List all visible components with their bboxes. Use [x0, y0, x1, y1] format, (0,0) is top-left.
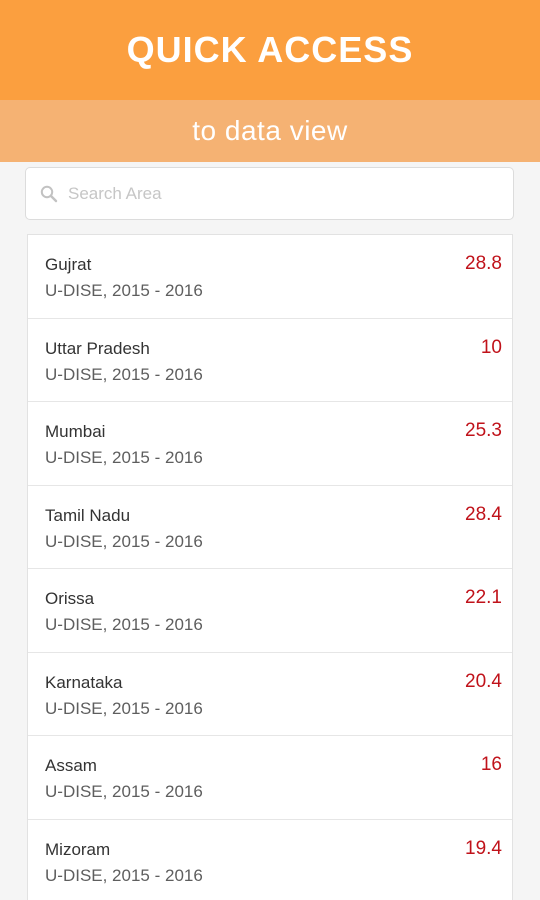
item-name: Mumbai — [45, 422, 106, 441]
item-source: U-DISE, 2015 - 2016 — [45, 531, 203, 551]
search-box[interactable] — [25, 167, 514, 220]
item-source: U-DISE, 2015 - 2016 — [45, 782, 203, 801]
item-name: Tamil Nadu — [45, 505, 131, 525]
item-source: U-DISE, 2015 - 2016 — [45, 615, 203, 634]
item-source: U-DISE, 2015 - 2016 — [45, 698, 203, 718]
item-name: Karnataka — [45, 672, 123, 692]
list-item-uttar-pradesh[interactable]: Uttar Pradesh U-DISE, 2015 - 2016 10 — [28, 319, 512, 402]
list-item-gujrat[interactable]: Gujrat U-DISE, 2015 - 2016 28.8 — [28, 235, 512, 319]
item-name: Gujrat — [45, 255, 92, 274]
item-name: Orissa — [45, 589, 95, 608]
item-value: 25.3 — [465, 420, 502, 441]
list-item-mumbai[interactable]: Mumbai U-DISE, 2015 - 2016 25.3 — [28, 402, 512, 486]
list-item-mizoram[interactable]: Mizoram U-DISE, 2015 - 2016 19.4 — [28, 820, 512, 900]
page-subtitle: to data view — [192, 115, 348, 146]
item-name: Uttar Pradesh — [45, 338, 150, 358]
item-source: U-DISE, 2015 - 2016 — [45, 865, 203, 885]
list-item-orissa[interactable]: Orissa U-DISE, 2015 - 2016 22.1 — [28, 569, 512, 653]
quick-access-screen: QUICK ACCESS to data view Gujrat U-DISE,… — [0, 0, 540, 900]
search-input[interactable] — [68, 183, 488, 204]
item-name: Mizoram — [45, 839, 111, 859]
item-value: 16 — [480, 754, 502, 775]
list-item-assam[interactable]: Assam U-DISE, 2015 - 2016 16 — [28, 736, 512, 820]
list-item-tamil-nadu[interactable]: Tamil Nadu U-DISE, 2015 - 2016 28.4 — [28, 486, 512, 569]
subheader-bar: to data view — [0, 100, 540, 162]
item-source: U-DISE, 2015 - 2016 — [45, 364, 203, 384]
list-item-karnataka[interactable]: Karnataka U-DISE, 2015 - 2016 20.4 — [28, 653, 512, 736]
item-value: 28.4 — [465, 503, 502, 525]
header-bar: QUICK ACCESS — [0, 0, 540, 100]
item-value: 20.4 — [465, 670, 502, 692]
item-source: U-DISE, 2015 - 2016 — [45, 281, 203, 300]
item-source: U-DISE, 2015 - 2016 — [45, 448, 203, 467]
page-title: QUICK ACCESS — [126, 29, 414, 70]
item-value: 22.1 — [465, 587, 502, 608]
item-value: 10 — [480, 336, 502, 358]
area-list: Gujrat U-DISE, 2015 - 2016 28.8 Uttar Pr… — [27, 234, 513, 900]
item-name: Assam — [45, 756, 97, 775]
item-value: 19.4 — [465, 837, 502, 859]
item-value: 28.8 — [465, 253, 502, 274]
search-icon — [40, 185, 58, 203]
